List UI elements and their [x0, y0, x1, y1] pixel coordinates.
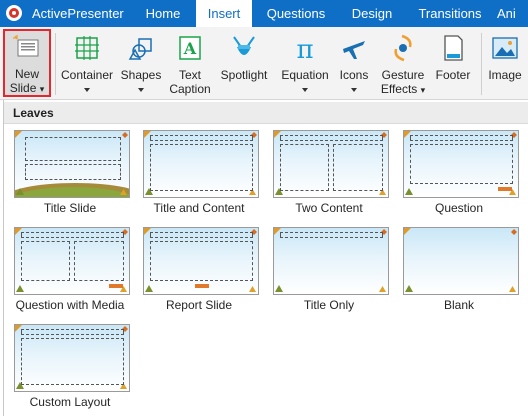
layout-thumbnail	[14, 227, 130, 295]
layout-name: Title Slide	[43, 201, 97, 215]
layout-thumbnail	[403, 130, 519, 198]
new-slide-layout-gallery: Leaves Title Slide Title and Content Two…	[3, 100, 528, 416]
text-caption-button[interactable]: A Text Caption	[165, 30, 215, 98]
equation-button[interactable]: π Equation	[276, 30, 334, 98]
image-icon	[492, 37, 518, 59]
new-slide-icon	[13, 35, 39, 57]
footer-button[interactable]: Footer	[430, 30, 476, 98]
activepresenter-window: ActivePresenter Home Insert Questions De…	[0, 0, 528, 416]
tab-home[interactable]: Home	[134, 0, 192, 27]
app-name: ActivePresenter	[32, 6, 124, 21]
shapes-icon	[128, 38, 152, 60]
layout-name: Custom Layout	[29, 395, 111, 409]
text-caption-icon: A	[179, 36, 201, 60]
chevron-down-icon	[351, 88, 357, 92]
new-slide-button[interactable]: New Slide ▾	[3, 29, 51, 97]
svg-text:A: A	[183, 39, 197, 58]
chevron-down-icon	[84, 88, 90, 92]
tab-animations[interactable]: Ani	[497, 0, 527, 27]
ribbon-separator	[55, 33, 56, 95]
title-bar: ActivePresenter Home Insert Questions De…	[0, 0, 528, 27]
layout-thumbnail	[14, 324, 130, 392]
spotlight-button[interactable]: Spotlight	[216, 30, 272, 98]
tab-questions[interactable]: Questions	[260, 0, 332, 27]
layout-thumbnail	[143, 227, 259, 295]
layout-two-content[interactable]: Two Content	[266, 127, 392, 219]
insert-ribbon: New Slide ▾ Container Shapes A Text Capt…	[0, 27, 528, 100]
container-button[interactable]: Container	[58, 30, 116, 98]
layout-thumbnail	[143, 130, 259, 198]
svg-text:π: π	[296, 35, 313, 63]
footer-icon	[444, 35, 463, 61]
airplane-icon	[343, 41, 365, 59]
layout-name: Two Content	[295, 201, 363, 215]
gesture-effects-button[interactable]: Gesture Effects ▾	[378, 30, 428, 98]
chevron-down-icon	[302, 88, 308, 92]
layout-name: Report Slide	[165, 298, 233, 312]
layout-name: Question	[434, 201, 484, 215]
layout-thumbnail	[403, 227, 519, 295]
layout-name: Question with Media	[15, 298, 125, 312]
layout-thumbnail	[273, 227, 389, 295]
theme-name: Leaves	[13, 106, 54, 120]
equation-icon: π	[296, 35, 313, 63]
chevron-down-icon	[138, 88, 144, 92]
shapes-button[interactable]: Shapes	[118, 30, 164, 98]
layout-thumbnail	[273, 130, 389, 198]
layout-question[interactable]: Question	[396, 127, 522, 219]
layout-thumbnail	[14, 130, 130, 198]
layout-name: Title and Content	[153, 201, 245, 215]
icons-button[interactable]: Icons	[334, 30, 374, 98]
app-logo-icon[interactable]	[6, 5, 22, 21]
layout-name: Blank	[443, 298, 475, 312]
layout-title-and-content[interactable]: Title and Content	[136, 127, 262, 219]
image-button[interactable]: Image	[484, 30, 526, 98]
container-icon	[75, 36, 99, 60]
layout-question-with-media[interactable]: Question with Media	[7, 224, 133, 316]
new-slide-label: New Slide ▾	[9, 67, 45, 95]
layout-blank[interactable]: Blank	[396, 224, 522, 316]
gesture-effects-icon	[394, 34, 412, 62]
layout-report-slide[interactable]: Report Slide	[136, 224, 262, 316]
tab-design[interactable]: Design	[344, 0, 400, 27]
layout-name: Title Only	[303, 298, 355, 312]
spotlight-icon	[233, 36, 255, 55]
tab-transitions[interactable]: Transitions	[412, 0, 488, 27]
tab-insert[interactable]: Insert	[196, 0, 252, 27]
layout-title-slide[interactable]: Title Slide	[7, 127, 133, 219]
layout-custom-layout[interactable]: Custom Layout	[7, 321, 133, 413]
layout-title-only[interactable]: Title Only	[266, 224, 392, 316]
gallery-header: Leaves	[4, 102, 528, 124]
ribbon-separator	[481, 33, 482, 95]
